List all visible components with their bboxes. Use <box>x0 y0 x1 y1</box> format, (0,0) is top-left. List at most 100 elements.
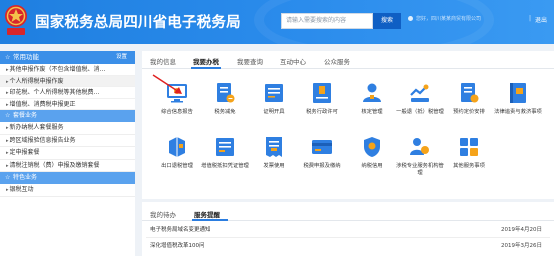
person-icon <box>363 83 381 102</box>
main-tabs: 我的信息 我要办税 我要查询 互动中心 公众服务 <box>142 51 554 69</box>
service-verification-management[interactable]: 核定管理 <box>346 81 398 116</box>
service-label: 预约定价安排 <box>453 109 485 115</box>
sidebar-subitem-label: 跨区域报验信息报告业务 <box>9 136 76 144</box>
annotation-arrow-icon <box>152 74 182 94</box>
user-info: 您好，四川某某商贸有限公司 <box>416 16 482 22</box>
sidebar-subitem[interactable]: ▸清税注销税（费）申报及缴销套餐 <box>0 160 135 172</box>
service-label: 税务减免 <box>214 109 236 115</box>
site-header: 国家税务总局四川省电子税务局 请输入需要搜索的内容 搜索 您好，四川某某商贸有限… <box>0 0 554 44</box>
tab-my-todo[interactable]: 我的待办 <box>150 209 176 219</box>
site-title: 国家税务总局四川省电子税务局 <box>35 15 241 31</box>
sidebar-subitem[interactable]: ▸银税互动 <box>0 184 135 197</box>
service-other[interactable]: 其他服务事项 <box>443 135 495 170</box>
sidebar-item-label: 增值税、消费税申报更正 <box>9 100 76 108</box>
refund-icon <box>410 84 429 102</box>
service-label: 税务行政许可 <box>306 109 338 115</box>
notice-row[interactable]: 深化增值税改革100问 2019年3月26日 <box>150 240 548 252</box>
document-icon <box>217 83 235 103</box>
sidebar-subitem[interactable]: ▸跨区域报验信息报告业务 <box>0 135 135 147</box>
sidebar-subitem-label: 定申报套餐 <box>9 149 40 156</box>
service-export-refund[interactable]: 出口退税管理 <box>151 135 203 170</box>
sidebar-item-label: 其他申报作废（不包含增值税、消... <box>9 66 106 73</box>
service-advance-pricing[interactable]: 预约定价安排 <box>443 81 495 116</box>
arrow-right-icon: ▸ <box>6 125 9 131</box>
common-functions-header: ☆ 常用功能 设置 <box>0 51 135 64</box>
tab-tax-handling[interactable]: 我要办税 <box>193 56 219 66</box>
active-tab-indicator <box>192 219 228 221</box>
sidebar-subitem-label: 清税注销税（费）申报及缴销套餐 <box>9 161 100 169</box>
special-business-header[interactable]: ☆ 特色业务 <box>0 172 135 184</box>
service-tax-refund[interactable]: 一般退（抵）税管理 <box>394 81 446 116</box>
notice-title: 深化增值税改革100问 <box>150 243 205 249</box>
service-invoice-usage[interactable]: 发票使用 <box>248 135 300 170</box>
arrow-right-icon: ▸ <box>6 150 9 156</box>
sidebar-item[interactable]: ▸其他申报作废（不包含增值税、消... <box>0 64 135 76</box>
law-book-icon <box>510 83 526 103</box>
service-label: 法律追责与救济事项 <box>494 109 542 115</box>
arrow-right-icon: ▸ <box>6 162 9 169</box>
service-legal-remedy[interactable]: 法律追责与救济事项 <box>492 81 544 116</box>
service-grid: 综合信息报告 税务减免 证明开具 税务行政许可 核定管理 一般退（抵）税管理 预… <box>142 79 554 199</box>
sidebar-item-label: 印花税、个人所得税等其他税费... <box>9 89 100 96</box>
star-icon: ☆ <box>5 54 11 61</box>
service-tax-credit[interactable]: 纳税信用 <box>346 135 398 170</box>
service-tax-declaration[interactable]: 税费申报及缴纳 <box>296 135 348 170</box>
service-tax-agency[interactable]: 涉税专业服务机构管理 <box>394 135 446 177</box>
page: 国家税务总局四川省电子税务局 请输入需要搜索的内容 搜索 您好，四川某某商贸有限… <box>0 0 554 256</box>
service-label: 发票使用 <box>263 163 285 169</box>
service-vat-deduction[interactable]: 增值税抵扣凭证管理 <box>199 135 251 170</box>
invoice-icon <box>266 137 282 157</box>
star-icon: ☆ <box>5 174 11 181</box>
logout-link[interactable]: 退出 <box>535 15 547 24</box>
arrow-right-icon: ▸ <box>6 67 9 73</box>
search-button[interactable]: 搜索 <box>373 13 401 29</box>
star-icon: ☆ <box>5 112 11 119</box>
settings-link[interactable]: 设置 <box>116 51 127 64</box>
agency-icon <box>410 138 429 155</box>
package-business-header[interactable]: ☆ 套餐业务 <box>0 110 135 122</box>
tab-service-reminder[interactable]: 服务提醒 <box>194 209 220 219</box>
category-title: 特色业务 <box>13 174 38 181</box>
category-title: 套餐业务 <box>13 112 38 119</box>
credit-icon <box>364 137 380 157</box>
sidebar-item[interactable]: ▸个人所得税申报作废 <box>0 75 135 87</box>
sidebar-item[interactable]: ▸增值税、消费税申报更正 <box>0 99 135 110</box>
service-label: 纳税信用 <box>361 163 383 169</box>
tax-emblem-icon <box>5 5 27 35</box>
sidebar-item[interactable]: ▸印花税、个人所得税等其他税费... <box>0 87 135 99</box>
search-input[interactable]: 请输入需要搜索的内容 <box>281 13 373 29</box>
service-administrative-license[interactable]: 税务行政许可 <box>296 81 348 116</box>
certificate-icon <box>265 84 283 102</box>
tab-query[interactable]: 我要查询 <box>237 56 263 66</box>
notice-date: 2019年3月26日 <box>501 243 542 249</box>
license-icon <box>313 83 331 103</box>
header-separator: | <box>529 15 532 22</box>
service-label: 税费申报及缴纳 <box>303 163 341 169</box>
service-tax-reduction[interactable]: 税务减免 <box>199 81 251 116</box>
tab-interaction-center[interactable]: 互动中心 <box>280 56 306 66</box>
service-certificate[interactable]: 证明开具 <box>248 81 300 116</box>
service-label: 综合信息报告 <box>161 109 193 115</box>
sidebar-subitem[interactable]: ▸新办纳税人套餐服务 <box>0 122 135 135</box>
main-panel: 我的信息 我要办税 我要查询 互动中心 公众服务 综合信息报告 税务减免 证明开… <box>142 51 554 199</box>
row-divider <box>146 237 550 238</box>
export-icon <box>169 137 185 157</box>
service-label: 证明开具 <box>263 109 285 115</box>
service-label: 增值税抵扣凭证管理 <box>201 163 249 169</box>
service-label: 出口退税管理 <box>161 163 193 169</box>
arrow-right-icon: ▸ <box>6 187 9 193</box>
service-label: 其他服务事项 <box>453 163 485 169</box>
arrow-right-icon: ▸ <box>6 137 9 144</box>
service-label: 一般退（抵）税管理 <box>396 109 444 115</box>
deduction-icon <box>216 138 234 156</box>
active-tab-indicator <box>191 67 221 69</box>
sidebar-subitem-label: 新办纳税人套餐服务 <box>9 124 64 131</box>
sidebar-subitem[interactable]: ▸定申报套餐 <box>0 147 135 160</box>
schedule-icon <box>461 83 479 103</box>
service-label: 核定管理 <box>361 109 383 115</box>
tab-my-info[interactable]: 我的信息 <box>150 56 176 66</box>
tab-public-service[interactable]: 公众服务 <box>324 56 350 66</box>
user-icon <box>408 16 413 21</box>
notice-date: 2019年4月20日 <box>501 227 542 233</box>
notice-row[interactable]: 电子税务局域名变更通知 2019年4月20日 <box>150 224 548 236</box>
